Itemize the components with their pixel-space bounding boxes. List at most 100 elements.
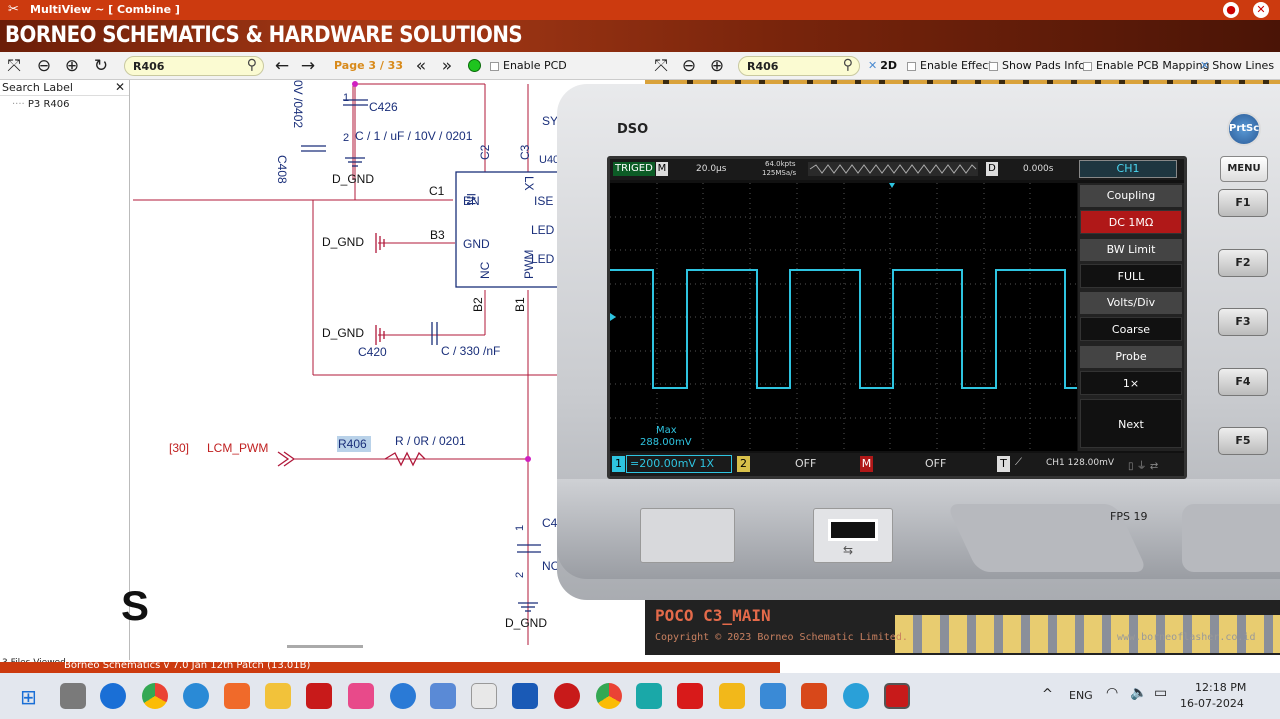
panel-title: Search Label [2,81,73,94]
sample-count: 64.0kpts [765,160,796,168]
math-indicator[interactable]: M [860,456,873,472]
pin-1: 1 [514,524,526,531]
active-app-icon[interactable] [884,683,910,709]
app-icon-8[interactable] [760,683,786,709]
powerpoint-icon[interactable] [801,683,827,709]
zoom-in-icon[interactable]: ⊕ [62,56,82,76]
zoom-out-icon[interactable]: ⊖ [34,56,54,76]
zoom-out-icon-right[interactable]: ⊖ [679,56,699,76]
oscilloscope-window[interactable]: ⇆ FPS 19 DSO TRIGED M 20.0µs 64.0kpts 12… [557,84,1280,600]
mode-2d-toggle[interactable]: ✕ 2D [868,59,897,72]
softkey-title: Volts/Div [1080,292,1182,315]
fit-view-icon-right[interactable]: ⤧ [651,56,671,76]
net-label-lcm-pwm[interactable]: LCM_PWM [207,441,268,455]
ch1-scale[interactable]: =200.00mV 1X [626,455,732,473]
softkey-title: Probe [1080,345,1182,368]
ic-pin-ise: ISE [534,194,554,208]
search-icon[interactable] [100,683,126,709]
horizontal-scrollbar[interactable] [287,645,363,648]
arrow-left-icon[interactable]: ← [272,56,292,76]
softkey-value[interactable]: DC 1MΩ [1080,210,1182,234]
ds-icon[interactable] [719,683,745,709]
wifi-icon[interactable]: ◠ [1106,685,1118,701]
pin-c1: C1 [429,184,445,198]
telegram-icon[interactable] [843,683,869,709]
f2-button[interactable]: F2 [1218,248,1268,277]
app-icon-2[interactable] [348,683,374,709]
last-page-icon[interactable]: » [437,56,457,76]
ic-pin-in: IN [464,193,478,205]
status-strip: Borneo Schematics v 7.0 Jan 12th Patch (… [0,660,780,673]
clock-time[interactable]: 12:18 PM [1195,681,1246,694]
app-icon-5[interactable] [471,683,497,709]
menu-button[interactable]: MENU [1220,156,1268,182]
ic-pin-pwm: PWM [522,249,536,279]
chevron-up-icon[interactable]: ^ [1042,687,1053,702]
list-item[interactable]: ···· P3 R406 [0,96,129,110]
trigger-readout: CH1 128.00mV [1046,458,1115,468]
folder-icon[interactable] [265,683,291,709]
label-c408-size: 0V /0402 [291,80,305,129]
softkey-value[interactable]: 1× [1080,370,1182,395]
zoom-in-icon-right[interactable]: ⊕ [707,56,727,76]
softkey-value[interactable]: FULL [1080,263,1182,288]
softkey-value[interactable]: Coarse [1080,317,1182,342]
app-icon-b[interactable] [224,683,250,709]
app-icon-7[interactable] [554,683,580,709]
clock-date[interactable]: 16-07-2024 [1180,697,1244,710]
f3-button[interactable]: F3 [1218,308,1268,336]
show-lines-toggle[interactable]: ✕ Show Lines [1200,59,1274,72]
page-indicator: Page 3 / 33 [334,59,403,72]
label-dgnd: D_GND [322,235,365,249]
minimize-button[interactable]: ● [1223,2,1239,18]
pcb-mapping-checkbox[interactable]: Enable PCB Mapping [1083,59,1210,72]
net-ref: [30] [169,441,190,455]
volume-icon[interactable]: 🔈 [1130,685,1147,701]
enable-pcd-checkbox[interactable]: Enable PCD [490,59,567,72]
language-indicator[interactable]: ENG [1069,689,1093,702]
label-dgnd: D_GND [322,326,365,340]
search-input-left[interactable]: R406 ⚲ [124,56,264,76]
refresh-icon[interactable]: ↻ [91,56,111,76]
app-icon-1[interactable] [60,683,86,709]
pin-1: 1 [343,92,350,104]
softkey-value[interactable]: Next [1080,399,1182,449]
acrobat-icon[interactable] [677,683,703,709]
label-r406-highlighted[interactable]: R406 [338,437,367,451]
trigger-indicator[interactable]: T [997,456,1010,472]
f5-button[interactable]: F5 [1218,427,1268,455]
softkey-menu: Coupling DC 1MΩ BW Limit FULL Volts/Div Coars… [1078,183,1184,451]
chrome-icon[interactable] [142,683,168,709]
f4-button[interactable]: F4 [1218,367,1268,396]
fit-view-icon[interactable]: ⤧ [4,56,24,76]
pin-b2: B2 [471,297,485,312]
prtsc-button[interactable]: PrtSc [1227,112,1261,146]
mode-indicator: M [656,162,668,176]
arduino-icon[interactable] [636,683,662,709]
arrow-right-icon[interactable]: → [298,56,318,76]
search-input-right[interactable]: R406 ⚲ [738,56,860,76]
measure-label: Max [656,425,677,436]
show-pads-checkbox[interactable]: Show Pads Info [989,59,1085,72]
enable-effect-checkbox[interactable]: Enable Effect [907,59,993,72]
label-sy: SY [542,114,559,128]
first-page-icon[interactable]: « [411,56,431,76]
app-icon-4[interactable] [430,683,456,709]
close-button[interactable]: ✕ [1253,2,1269,18]
search-icon-right[interactable]: ⚲ [843,57,853,73]
battery-icon[interactable]: ▭ [1154,685,1167,701]
ch2-indicator[interactable]: 2 [737,456,750,472]
edge-icon[interactable] [183,683,209,709]
start-icon[interactable]: ⊞ [20,685,37,709]
app-icon-6[interactable] [512,683,538,709]
sample-rate: 125MSa/s [762,169,797,177]
f1-button[interactable]: F1 [1218,189,1268,217]
ch1-indicator[interactable]: 1 [612,456,625,472]
search-icon[interactable]: ⚲ [247,57,257,73]
unit-icon[interactable] [306,683,332,709]
schematic-view[interactable]: C426 C / 1 / uF / 10V / 0201 C408 0V /04… [121,80,623,645]
chrome-icon-2[interactable] [596,683,622,709]
close-icon[interactable]: ✕ [115,80,125,94]
app-icon-3[interactable] [390,683,416,709]
brand-banner: BORNEO SCHEMATICS & HARDWARE SOLUTIONS [0,20,1280,52]
